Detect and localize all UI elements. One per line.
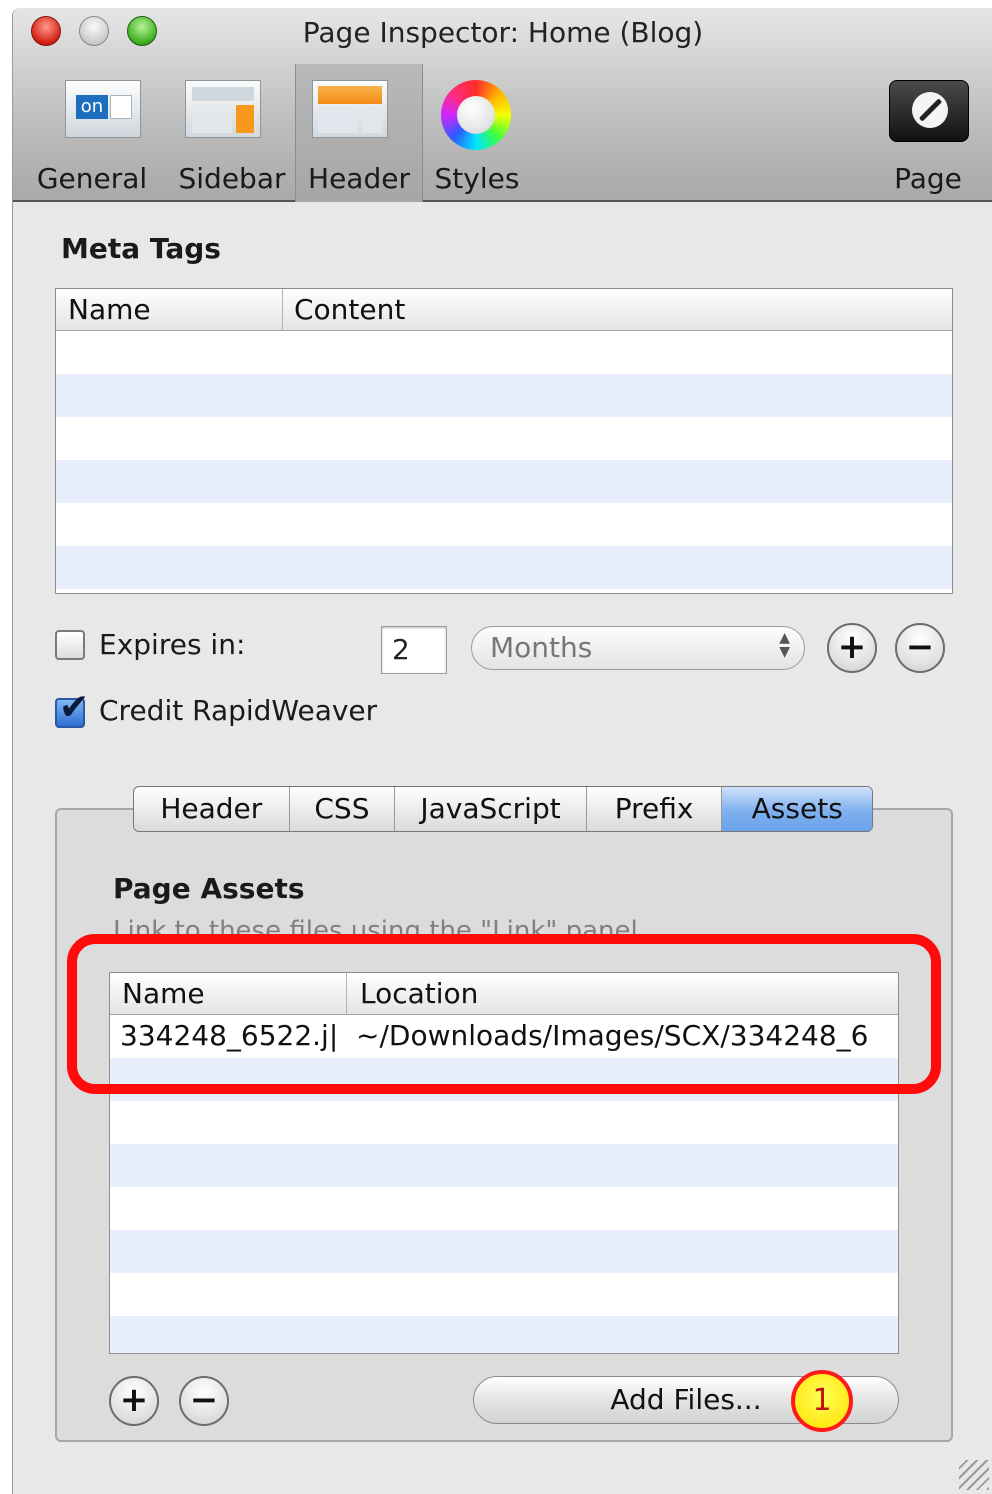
code-tab-bar: Header CSS JavaScript Prefix Assets [133, 786, 873, 832]
expires-label: Expires in: [99, 628, 246, 661]
table-row[interactable] [56, 374, 952, 417]
table-row[interactable] [56, 460, 952, 503]
table-row[interactable] [110, 1230, 898, 1273]
credit-rapidweaver-label: Credit RapidWeaver [99, 694, 378, 727]
table-row[interactable] [110, 1316, 898, 1353]
toolbar-header-label: Header [308, 162, 410, 195]
credit-rapidweaver-checkbox[interactable]: ✔ [55, 690, 89, 728]
table-row[interactable] [56, 417, 952, 460]
expires-unit-popup[interactable]: Months ▲ ▼ [471, 626, 805, 670]
popup-arrows-icon: ▲ ▼ [779, 630, 790, 660]
meta-tags-table-header: Name Content [56, 289, 952, 331]
table-row[interactable] [56, 503, 952, 546]
step-number-badge: 1 [791, 1370, 853, 1432]
toolbar-header-button[interactable]: Header [295, 64, 423, 202]
remove-asset-button[interactable]: − [179, 1376, 229, 1426]
toolbar-general-button[interactable]: on General [23, 64, 161, 202]
toolbar: Page Inspector: Home (Blog) on General S… [13, 8, 992, 202]
resize-grip-icon[interactable] [959, 1460, 989, 1490]
expires-unit-value: Months [490, 631, 593, 664]
general-icon: on [65, 80, 141, 138]
highlight-annotation [67, 934, 941, 1094]
tab-css[interactable]: CSS [290, 787, 396, 831]
meta-tags-title: Meta Tags [61, 232, 221, 265]
remove-meta-tag-button[interactable]: − [895, 623, 945, 673]
tab-assets[interactable]: Assets [722, 787, 872, 831]
general-icon-text: on [76, 95, 108, 119]
color-wheel-icon [441, 80, 511, 150]
table-row[interactable] [110, 1101, 898, 1144]
toolbar-page-label: Page [894, 162, 962, 195]
toolbar-sidebar-label: Sidebar [178, 162, 286, 195]
checkmark-icon: ✔ [59, 687, 90, 728]
tab-header[interactable]: Header [134, 787, 290, 831]
add-meta-tag-button[interactable]: + [827, 623, 877, 673]
tab-javascript[interactable]: JavaScript [395, 787, 587, 831]
tab-prefix[interactable]: Prefix [587, 787, 723, 831]
toolbar-sidebar-button[interactable]: Sidebar [173, 64, 291, 202]
toolbar-page-button[interactable]: Page [875, 64, 981, 202]
header-layout-icon [312, 80, 388, 138]
expires-checkbox[interactable] [55, 630, 85, 660]
toolbar-general-label: General [36, 162, 148, 195]
meta-tags-table[interactable]: Name Content [55, 288, 953, 594]
wrench-icon [889, 80, 969, 142]
column-content-header[interactable]: Content [294, 293, 405, 326]
table-row[interactable] [110, 1144, 898, 1187]
window-title: Page Inspector: Home (Blog) [302, 16, 704, 49]
expires-value-field[interactable]: 2 [381, 626, 447, 674]
toolbar-styles-button[interactable]: Styles [431, 64, 523, 202]
toolbar-styles-label: Styles [434, 162, 520, 195]
page-inspector-window: Page Inspector: Home (Blog) on General S… [12, 8, 992, 1494]
page-assets-title: Page Assets [113, 872, 305, 905]
table-row[interactable] [110, 1187, 898, 1230]
table-row[interactable] [56, 331, 952, 374]
table-row[interactable] [110, 1273, 898, 1316]
table-row[interactable] [56, 546, 952, 589]
sidebar-layout-icon [185, 80, 261, 138]
add-asset-button[interactable]: + [109, 1376, 159, 1426]
column-name-header[interactable]: Name [68, 293, 151, 326]
